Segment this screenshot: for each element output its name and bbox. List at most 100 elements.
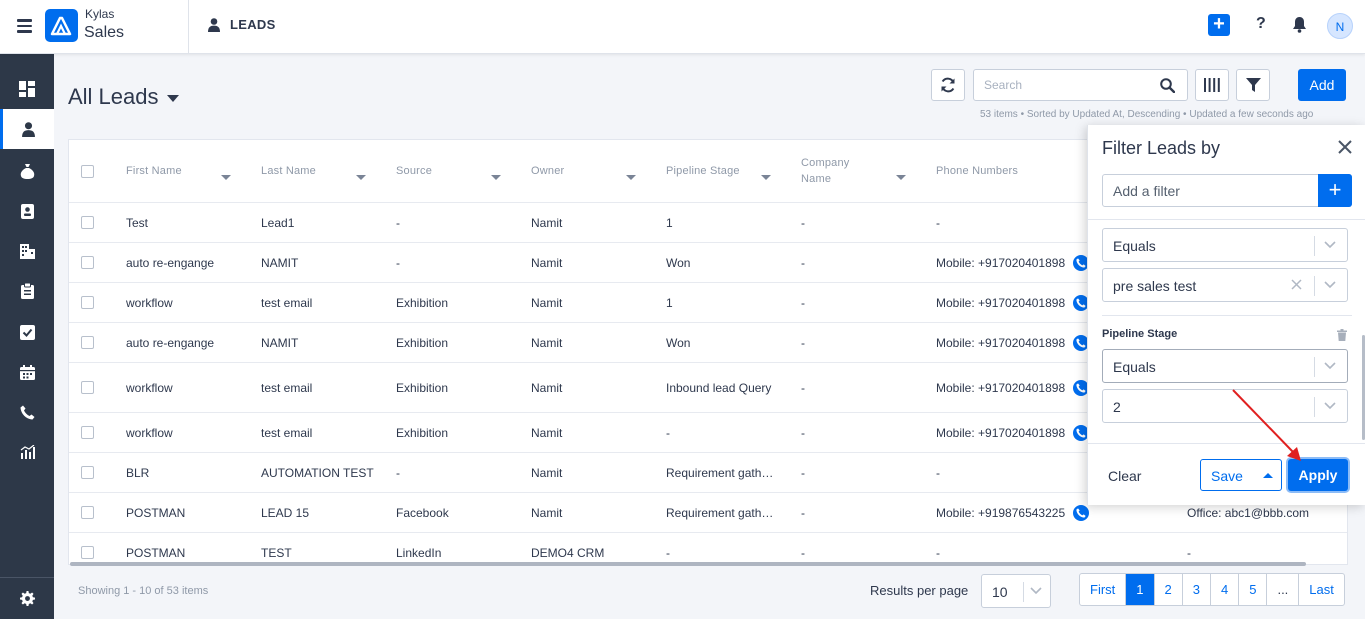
sidebar-item-deals[interactable] [0,151,54,191]
sort-caret-icon[interactable] [626,175,636,180]
cell-text: Namit [531,505,563,520]
cell-last[interactable]: Lead1 [261,203,391,242]
column-header-last-name[interactable]: Last Name [261,140,391,202]
sort-caret-icon[interactable] [491,175,501,180]
row-select-cell [81,283,94,322]
cell-text: Mobile: +917020401898 [936,425,1066,440]
cell-first[interactable]: Test [126,203,256,242]
cell-last[interactable]: NAMIT [261,243,391,282]
add-filter-button[interactable]: + [1318,174,1352,207]
sidebar-item-companies[interactable] [0,231,54,271]
sort-caret-icon[interactable] [221,175,231,180]
cell-last[interactable]: test email [261,283,391,322]
row-checkbox[interactable] [81,216,94,229]
row-checkbox[interactable] [81,466,94,479]
clear-value-icon[interactable] [1291,279,1302,290]
cell-last[interactable]: LEAD 15 [261,493,391,532]
sidebar-item-reports[interactable] [0,432,54,472]
calendar-icon [19,364,35,380]
filter-button[interactable] [1236,69,1270,101]
cell-text: - [396,465,400,480]
column-header-first-name[interactable]: First Name [126,140,256,202]
sidebar-item-settings[interactable] [0,577,54,619]
cell-first[interactable]: auto re-engange [126,323,256,362]
page-first[interactable]: First [1080,574,1125,605]
row-checkbox[interactable] [81,296,94,309]
row-checkbox[interactable] [81,426,94,439]
help-icon[interactable]: ? [1256,15,1266,33]
apply-filter-button[interactable]: Apply [1288,459,1348,491]
clear-filters-button[interactable]: Clear [1108,468,1141,484]
quick-add-button[interactable]: + [1208,14,1230,36]
cell-first[interactable]: workflow [126,413,256,452]
sort-caret-icon[interactable] [356,175,366,180]
filter-2-operator-select[interactable]: Equals [1102,349,1348,383]
page-4[interactable]: 4 [1209,574,1238,605]
page-5[interactable]: 5 [1238,574,1266,605]
filter-1-operator-select[interactable]: Equals [1102,228,1348,262]
page-last[interactable]: Last [1298,574,1344,605]
select-all-checkbox[interactable] [81,164,94,178]
sidebar-item-checklist[interactable] [0,312,54,352]
sidebar-item-calls[interactable] [0,392,54,432]
kylas-logo-icon[interactable] [45,9,78,42]
cell-first[interactable]: workflow [126,283,256,322]
cell-text: Exhibition [396,335,449,350]
cell-first[interactable]: POSTMAN [126,493,256,532]
sidebar-item-leads[interactable] [0,109,54,149]
add-filter-input[interactable] [1103,175,1318,206]
call-phone-icon[interactable] [1073,504,1090,521]
cell-last[interactable]: test email [261,363,391,412]
cell-first[interactable]: BLR [126,453,256,492]
sidebar-item-dashboard[interactable] [0,69,54,109]
column-header-pipeline-stage[interactable]: Pipeline Stage [666,140,796,202]
sort-caret-icon[interactable] [761,175,771,180]
results-per-page-select[interactable]: 10 [981,574,1051,608]
cell-stage: - [666,533,778,564]
save-filter-button[interactable]: Save [1200,459,1282,491]
cell-first[interactable]: POSTMAN [126,533,256,564]
cell-first[interactable]: workflow [126,363,256,412]
row-checkbox[interactable] [81,336,94,349]
page-2[interactable]: 2 [1153,574,1182,605]
bell-icon[interactable] [1292,16,1307,33]
row-checkbox[interactable] [81,381,94,394]
search-input[interactable] [974,70,1154,100]
page-ellipsis[interactable]: ... [1266,574,1298,605]
cell-text: BLR [126,465,150,480]
search-icon[interactable] [1160,78,1175,93]
column-header-company-name[interactable]: Company Name [801,140,931,202]
cell-last[interactable]: AUTOMATION TEST [261,453,391,492]
column-selector-button[interactable] [1195,69,1229,101]
module-label: LEADS [230,17,276,32]
page-3[interactable]: 3 [1181,574,1210,605]
close-icon[interactable] [1338,140,1352,154]
horizontal-scrollbar[interactable] [70,562,1306,566]
cell-last[interactable]: TEST [261,533,391,564]
sidebar-item-contacts[interactable] [0,191,54,231]
row-checkbox[interactable] [81,506,94,519]
cell-last[interactable]: NAMIT [261,323,391,362]
sidebar-item-tasks[interactable] [0,271,54,311]
cell-first[interactable]: auto re-engange [126,243,256,282]
sidebar-item-calendar[interactable] [0,352,54,392]
chevron-down-icon [1324,362,1336,370]
add-lead-button[interactable]: Add [1298,69,1346,101]
filter-2-value-select[interactable]: 2 [1102,389,1348,423]
table-row[interactable]: POSTMAN TEST LinkedIn DEMO4 CRM - - - - [69,532,1347,564]
row-checkbox[interactable] [81,546,94,559]
page-1[interactable]: 1 [1125,574,1154,605]
sort-caret-icon[interactable] [896,175,906,180]
view-selector[interactable]: All Leads [68,84,179,110]
row-checkbox[interactable] [81,256,94,269]
trash-icon[interactable] [1337,329,1347,341]
cell-text: Inbound lead Query [666,380,772,395]
cell-last[interactable]: test email [261,413,391,452]
avatar[interactable]: N [1327,13,1353,39]
filter-1-value-select[interactable]: pre sales test [1102,268,1348,302]
column-header-owner[interactable]: Owner [531,140,661,202]
column-header-source[interactable]: Source [396,140,526,202]
refresh-icon [941,77,955,93]
hamburger-menu-icon[interactable] [17,19,32,33]
refresh-button[interactable] [931,69,965,101]
